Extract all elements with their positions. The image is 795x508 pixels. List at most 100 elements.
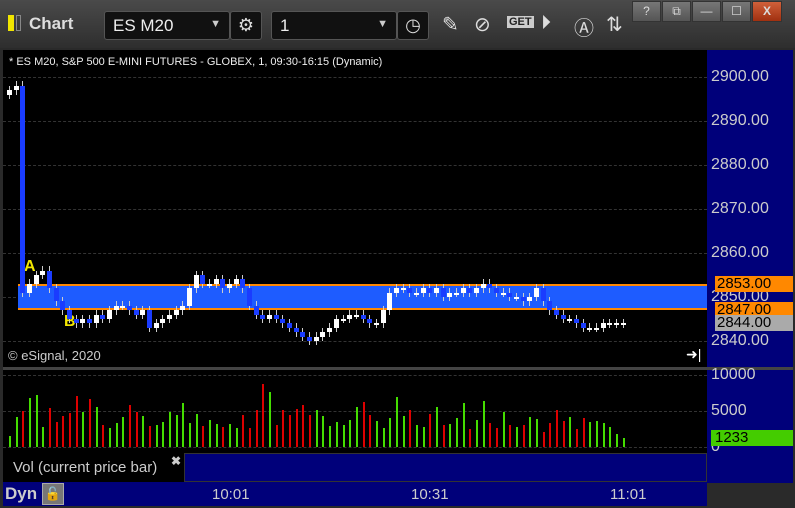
- candle: [140, 310, 146, 315]
- volume-bar: [375, 421, 378, 447]
- candle: [133, 310, 139, 315]
- close-study-icon[interactable]: ✖: [171, 454, 181, 468]
- time-axis[interactable]: [3, 482, 707, 506]
- play-icon[interactable]: ⏵: [541, 12, 551, 35]
- candle: [120, 305, 126, 308]
- volume-bar: [395, 397, 398, 447]
- candle: [113, 305, 119, 311]
- volume-bar: [449, 423, 452, 447]
- candle: [613, 323, 619, 326]
- interval-value: 1: [280, 16, 290, 35]
- volume-bar: [382, 427, 385, 447]
- candle: [333, 319, 339, 328]
- candle: [393, 288, 399, 293]
- candle: [80, 319, 86, 324]
- candle: [340, 319, 346, 321]
- candle: [73, 319, 79, 324]
- candle: [267, 314, 273, 319]
- minimize-button[interactable]: —: [692, 1, 721, 22]
- dyn-mode[interactable]: Dyn: [5, 484, 37, 504]
- candle: [420, 288, 426, 293]
- layout-button[interactable]: ⧉: [662, 1, 691, 22]
- candle: [580, 323, 586, 328]
- candle: [153, 323, 159, 328]
- volume-bar: [249, 427, 252, 447]
- pencil-icon[interactable]: ✎: [442, 12, 459, 37]
- candle: [560, 314, 566, 319]
- volume-bar: [475, 420, 478, 447]
- candle: [47, 270, 53, 289]
- volume-bar: [415, 425, 418, 447]
- volume-bar: [509, 424, 512, 447]
- candle: [327, 327, 333, 333]
- link-icon[interactable]: ⇅: [606, 12, 623, 37]
- volume-bar: [329, 426, 332, 447]
- close-button[interactable]: X: [752, 1, 782, 22]
- volume-bar: [269, 392, 272, 447]
- volume-bar: [609, 426, 612, 447]
- candle: [240, 279, 246, 289]
- volume-bar: [589, 421, 592, 447]
- volume-bar: [49, 408, 52, 447]
- settings-button[interactable]: ⚙: [230, 11, 262, 40]
- studies-icon[interactable]: ⊘: [474, 12, 491, 37]
- grid-line: [3, 77, 707, 78]
- scroll-to-end-icon[interactable]: ➜|: [686, 346, 701, 363]
- price-tick: 2870.00: [711, 200, 769, 217]
- candle: [353, 314, 359, 317]
- volume-bar: [489, 423, 492, 447]
- volume-current-label: 1233: [711, 430, 793, 447]
- volume-bar: [469, 429, 472, 447]
- candle: [193, 275, 199, 289]
- candle: [440, 288, 446, 297]
- candle: [460, 288, 466, 293]
- volume-bar: [335, 421, 338, 447]
- get-icon[interactable]: GET: [507, 16, 534, 28]
- volume-bar: [409, 409, 412, 447]
- candle: [453, 292, 459, 295]
- time-label: 10:01: [212, 486, 250, 503]
- candle: [87, 319, 93, 324]
- volume-bar: [149, 426, 152, 447]
- candle: [500, 292, 506, 295]
- maximize-button[interactable]: ☐: [722, 1, 751, 22]
- help-button[interactable]: ?: [632, 1, 661, 22]
- volume-bar: [42, 426, 45, 447]
- volume-bar: [442, 425, 445, 447]
- volume-bar: [75, 395, 78, 447]
- candle: [427, 288, 433, 293]
- title-bar: Chart ES M20 ▼ ⚙ 1 ▼ ◷ ✎ ⊘ GET ⏵ Ⓐ ⇅ ? ⧉ —…: [0, 0, 795, 48]
- candle: [407, 288, 413, 293]
- volume-bar: [242, 414, 245, 447]
- volume-bar: [95, 407, 98, 447]
- volume-bar: [202, 426, 205, 447]
- candle: [547, 301, 553, 311]
- volume-bar: [229, 423, 232, 447]
- volume-bar: [129, 404, 132, 447]
- price-tick: 2840.00: [711, 332, 769, 349]
- clock-button[interactable]: ◷: [397, 11, 429, 40]
- window-title: Chart: [29, 14, 74, 33]
- volume-bar: [69, 413, 72, 447]
- candle: [147, 310, 153, 328]
- candle: [413, 292, 419, 295]
- grid-line: [3, 165, 707, 166]
- volume-bar: [122, 417, 125, 447]
- volume-bar: [482, 400, 485, 447]
- interval-select[interactable]: 1 ▼: [271, 11, 397, 40]
- lock-icon[interactable]: 🔓: [42, 483, 64, 505]
- chevron-down-icon: ▼: [377, 18, 388, 30]
- candle: [13, 85, 19, 91]
- symbol-select[interactable]: ES M20 ▼: [104, 11, 230, 40]
- candle: [607, 323, 613, 326]
- alert-icon[interactable]: Ⓐ: [574, 12, 594, 41]
- volume-bar: [162, 421, 165, 447]
- volume-bar: [575, 429, 578, 447]
- chevron-down-icon: ▼: [210, 18, 221, 30]
- candle: [480, 283, 486, 289]
- volume-bar: [555, 409, 558, 447]
- volume-bar: [235, 427, 238, 447]
- candle: [347, 314, 353, 319]
- volume-bar: [355, 407, 358, 447]
- volume-tick: 5000: [711, 402, 747, 419]
